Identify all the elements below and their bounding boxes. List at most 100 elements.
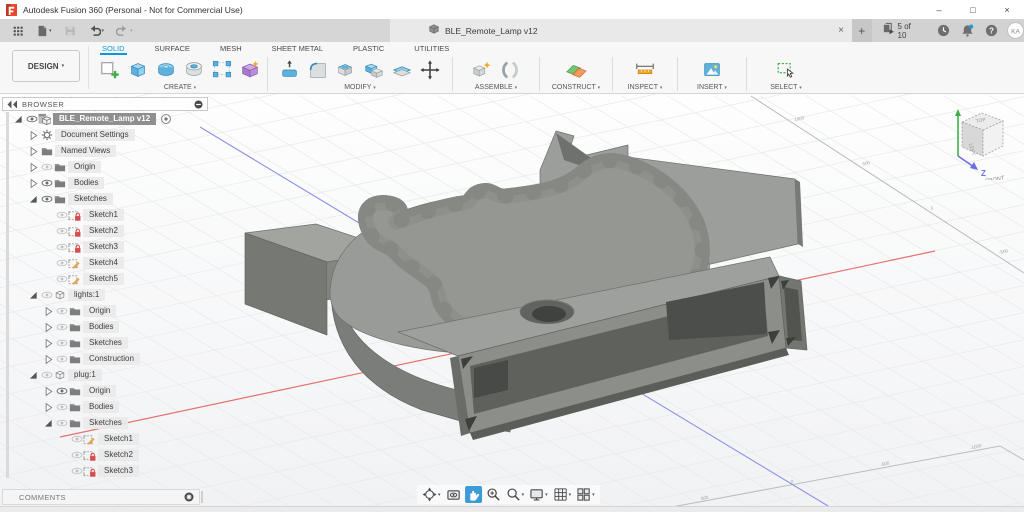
comments-resize-handle[interactable] <box>201 491 203 503</box>
visibility-eye-icon[interactable] <box>55 305 68 318</box>
expand-arrow-icon[interactable] <box>27 161 40 174</box>
orbit-icon[interactable]: ▾ <box>421 486 442 503</box>
collapse-arrow-icon[interactable] <box>27 193 40 206</box>
expand-arrow-icon[interactable] <box>27 177 40 190</box>
split-body-icon[interactable] <box>389 57 415 83</box>
browser-row-bodies[interactable]: Bodies <box>12 175 172 191</box>
browser-row-sketch3[interactable]: Sketch3 <box>12 239 172 255</box>
visibility-eye-icon[interactable] <box>40 177 53 190</box>
collapse-arrow-icon[interactable] <box>27 369 40 382</box>
app-grid-icon[interactable] <box>8 19 28 42</box>
expand-arrow-icon[interactable] <box>42 353 55 366</box>
user-avatar[interactable]: KA <box>1007 22 1024 39</box>
notifications-bell-icon[interactable] <box>961 24 974 37</box>
visibility-eye-icon[interactable] <box>55 241 68 254</box>
extrude-icon[interactable] <box>125 57 151 83</box>
visibility-eye-icon[interactable] <box>40 193 53 206</box>
browser-row-ble-remote-lamp-v12[interactable]: BLE_Remote_Lamp v12 <box>12 111 172 127</box>
redo-icon[interactable]: ▾ <box>112 19 137 42</box>
save-icon[interactable] <box>60 19 80 42</box>
browser-row-origin[interactable]: Origin <box>12 159 172 175</box>
browser-row-sketches[interactable]: Sketches <box>12 335 172 351</box>
new-component-icon[interactable] <box>469 57 495 83</box>
visibility-eye-icon[interactable] <box>55 225 68 238</box>
visibility-eye-icon[interactable] <box>55 273 68 286</box>
browser-row-sketch5[interactable]: Sketch5 <box>12 271 172 287</box>
insert-image-icon[interactable] <box>699 57 725 83</box>
browser-scroll-gutter[interactable] <box>6 112 9 478</box>
job-status[interactable]: 5 of 10 <box>882 22 921 40</box>
browser-row-origin[interactable]: Origin <box>12 303 172 319</box>
minimize-button[interactable]: – <box>922 0 956 19</box>
visibility-eye-icon[interactable] <box>70 465 83 478</box>
visibility-eye-icon[interactable] <box>55 337 68 350</box>
visibility-eye-icon[interactable] <box>55 353 68 366</box>
pan-icon[interactable] <box>465 486 482 503</box>
construction-plane-icon[interactable] <box>563 57 589 83</box>
select-icon[interactable] <box>773 57 799 83</box>
visibility-eye-icon[interactable] <box>40 161 53 174</box>
view-cube[interactable]: Z TOP LEFT FRONT <box>944 98 1016 185</box>
document-tab[interactable]: BLE_Remote_Lamp v12 × <box>390 19 852 42</box>
combine-icon[interactable] <box>361 57 387 83</box>
browser-row-sketch1[interactable]: Sketch1 <box>12 431 172 447</box>
ribbon-tab-mesh[interactable]: MESH <box>218 42 244 55</box>
create-sketch-icon[interactable] <box>97 57 123 83</box>
comments-panel[interactable]: COMMENTS <box>2 489 200 505</box>
activate-component-radio[interactable] <box>159 113 172 126</box>
undo-icon[interactable]: ▾ <box>84 19 109 42</box>
browser-row-sketch2[interactable]: Sketch2 <box>12 447 172 463</box>
comments-expand-icon[interactable] <box>184 492 194 502</box>
fillet-icon[interactable] <box>305 57 331 83</box>
group-label-construct[interactable]: CONSTRUCT ▾ <box>552 84 600 93</box>
browser-row-bodies[interactable]: Bodies <box>12 399 172 415</box>
help-icon[interactable]: ? <box>985 24 998 37</box>
group-label-create[interactable]: CREATE ▾ <box>164 84 196 93</box>
model-body[interactable] <box>245 131 807 440</box>
look-at-icon[interactable] <box>445 486 462 503</box>
expand-arrow-icon[interactable] <box>42 385 55 398</box>
browser-row-sketch1[interactable]: Sketch1 <box>12 207 172 223</box>
browser-row-lights-1[interactable]: lights:1 <box>12 287 172 303</box>
browser-row-sketch4[interactable]: Sketch4 <box>12 255 172 271</box>
joint-icon[interactable] <box>497 57 523 83</box>
expand-arrow-icon[interactable] <box>42 305 55 318</box>
browser-row-bodies[interactable]: Bodies <box>12 319 172 335</box>
browser-row-origin[interactable]: Origin <box>12 383 172 399</box>
group-label-assemble[interactable]: ASSEMBLE ▾ <box>475 84 517 93</box>
visibility-eye-icon[interactable] <box>55 417 68 430</box>
browser-row-sketches[interactable]: Sketches <box>12 191 172 207</box>
clock-icon[interactable] <box>937 24 950 37</box>
browser-row-document-settings[interactable]: Document Settings <box>12 127 172 143</box>
close-button[interactable]: × <box>990 0 1024 19</box>
browser-row-construction[interactable]: Construction <box>12 351 172 367</box>
ribbon-tab-solid[interactable]: SOLID <box>100 42 127 55</box>
group-label-inspect[interactable]: INSPECT ▾ <box>628 84 663 93</box>
move-icon[interactable] <box>417 57 443 83</box>
visibility-eye-icon[interactable] <box>55 257 68 270</box>
panel-options-icon[interactable] <box>194 100 203 109</box>
visibility-eye-icon[interactable] <box>55 209 68 222</box>
collapse-arrow-icon[interactable] <box>27 289 40 302</box>
grid-settings-icon[interactable]: ▾ <box>552 486 573 503</box>
ribbon-tab-sheet-metal[interactable]: SHEET METAL <box>270 42 325 55</box>
file-menu-icon[interactable]: ▾ <box>32 19 56 42</box>
browser-row-sketch3[interactable]: Sketch3 <box>12 463 172 479</box>
ribbon-tab-surface[interactable]: SURFACE <box>153 42 192 55</box>
press-pull-icon[interactable] <box>277 57 303 83</box>
visibility-eye-icon[interactable] <box>70 433 83 446</box>
visibility-eye-icon[interactable] <box>55 401 68 414</box>
expand-arrow-icon[interactable] <box>42 321 55 334</box>
browser-row-sketches[interactable]: Sketches <box>12 415 172 431</box>
browser-header[interactable]: BROWSER <box>2 97 208 111</box>
viewport[interactable]: 10005000-5005000-500-1000 <box>0 94 1024 512</box>
measure-icon[interactable] <box>632 57 658 83</box>
new-tab-button[interactable]: + <box>852 19 872 42</box>
collapse-arrow-icon[interactable] <box>42 417 55 430</box>
ribbon-tab-plastic[interactable]: PLASTIC <box>351 42 386 55</box>
expand-arrow-icon[interactable] <box>27 129 40 142</box>
display-settings-icon[interactable]: ▾ <box>528 486 549 503</box>
design-workspace-menu[interactable]: DESIGN ▾ <box>12 50 80 82</box>
visibility-eye-icon[interactable] <box>40 289 53 302</box>
expand-arrow-icon[interactable] <box>42 401 55 414</box>
